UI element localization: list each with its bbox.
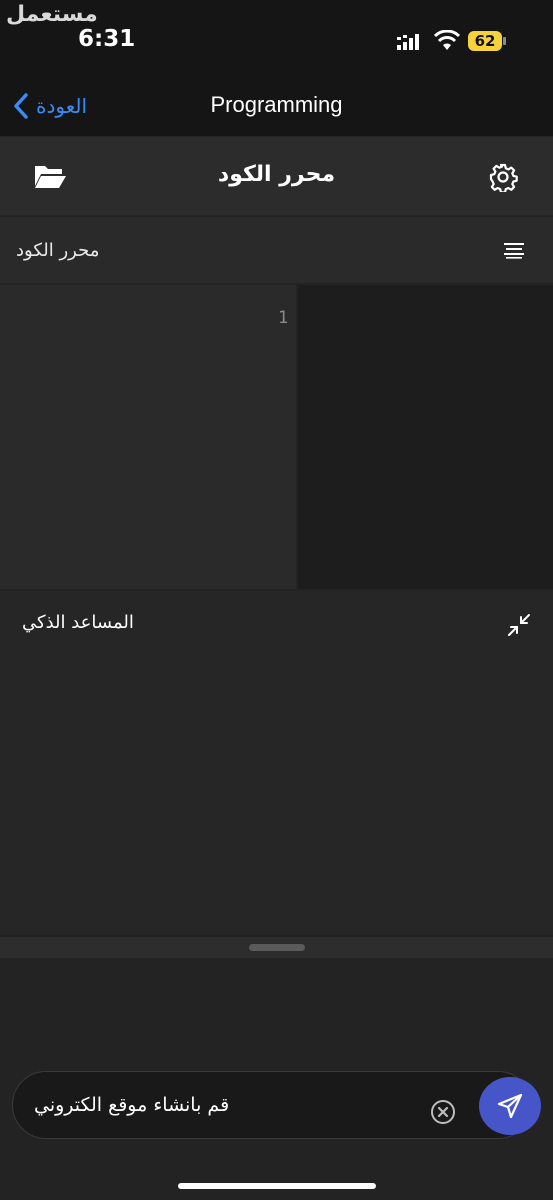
align-lines-icon[interactable] [503, 241, 525, 259]
clear-circle-icon[interactable] [430, 1099, 456, 1125]
wifi-icon [434, 30, 460, 50]
line-number-gutter [0, 285, 296, 589]
prompt-input[interactable] [30, 1085, 418, 1125]
collapse-arrows-icon[interactable] [506, 612, 532, 638]
battery-level: 62 [474, 32, 496, 50]
assistant-label: المساعد الذكي [22, 612, 134, 633]
send-icon [497, 1093, 523, 1119]
watermark-logo: مستعمل [6, 2, 98, 27]
cellular-signal-icon [397, 34, 419, 50]
status-time: 6:31 [78, 26, 136, 52]
home-indicator [178, 1183, 376, 1189]
toolbar-title: محرر الكود [217, 162, 336, 187]
gear-icon[interactable] [488, 162, 518, 192]
assistant-panel [0, 591, 553, 935]
send-button[interactable] [479, 1077, 541, 1135]
resize-handle[interactable] [249, 944, 305, 951]
line-number: 1 [278, 308, 289, 328]
page-title: Programming [210, 92, 343, 117]
editor-label: محرر الكود [16, 240, 100, 261]
code-editor-area[interactable] [298, 285, 553, 589]
battery-indicator: 62 [468, 31, 508, 51]
